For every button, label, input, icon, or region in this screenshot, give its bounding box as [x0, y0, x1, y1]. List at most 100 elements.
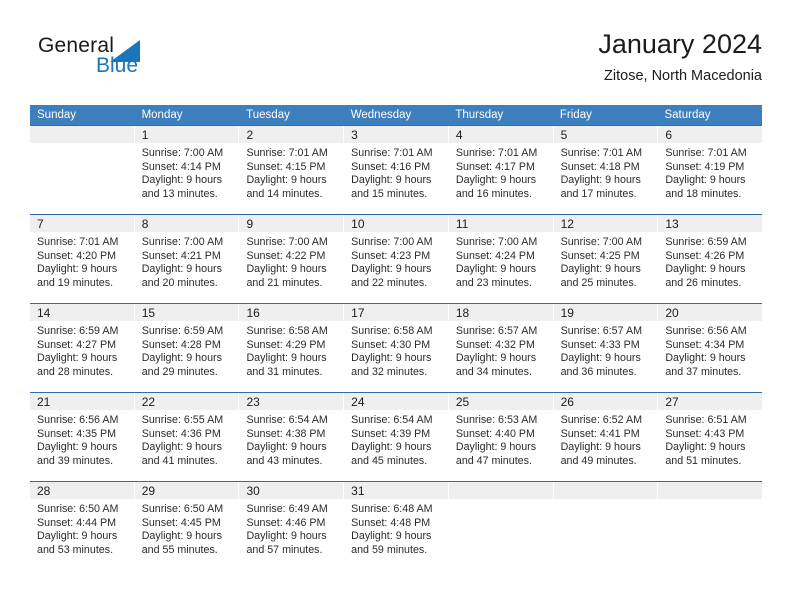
day-cell[interactable]: 27 Sunrise: 6:51 AM Sunset: 4:43 PM Dayligh…	[658, 393, 763, 481]
day-cell[interactable]: 21 Sunrise: 6:56 AM Sunset: 4:35 PM Dayligh…	[30, 393, 135, 481]
sunset-text: Sunset: 4:34 PM	[665, 338, 745, 351]
sunrise-text: Sunrise: 7:01 AM	[246, 147, 328, 159]
day-cell[interactable]: 18 Sunrise: 6:57 AM Sunset: 4:32 PM Dayligh…	[448, 304, 554, 392]
calendar-grid: Sunday Monday Tuesday Wednesday Thursday…	[30, 105, 763, 570]
day-cell[interactable]: 29 Sunrise: 6:50 AM Sunset: 4:45 PM Dayligh…	[134, 482, 240, 570]
daylight-text-line1: Daylight: 9 hours	[665, 263, 746, 276]
daylight-text-line1: Daylight: 9 hours	[560, 174, 641, 187]
daylight-text-line1: Daylight: 9 hours	[246, 352, 327, 365]
day-cell[interactable]: 8 Sunrise: 7:00 AM Sunset: 4:21 PM Daylight…	[134, 215, 240, 303]
daylight-text-line1: Daylight: 9 hours	[141, 174, 222, 187]
day-cell[interactable]: 24 Sunrise: 6:54 AM Sunset: 4:39 PM Dayligh…	[344, 393, 449, 481]
day-cell[interactable]: 5 Sunrise: 7:01 AM Sunset: 4:18 PM Daylight…	[553, 126, 659, 214]
sunrise-text: Sunrise: 6:53 AM	[455, 414, 538, 426]
day-cell[interactable]: 25 Sunrise: 6:53 AM Sunset: 4:40 PM Dayligh…	[448, 393, 554, 481]
sunrise-text: Sunrise: 7:01 AM	[560, 147, 642, 159]
day-number: 4	[455, 128, 463, 142]
day-cell[interactable]: 1 Sunrise: 7:00 AM Sunset: 4:14 PM Daylight…	[134, 126, 240, 214]
daylight-text-line2: and 26 minutes.	[665, 276, 742, 289]
day-cell[interactable]: 19 Sunrise: 6:57 AM Sunset: 4:33 PM Dayligh…	[553, 304, 659, 392]
day-cell[interactable]	[658, 482, 763, 570]
week-row: 7 Sunrise: 7:01 AM Sunset: 4:20 PM Daylight…	[30, 214, 763, 303]
daylight-text-line2: and 47 minutes.	[455, 454, 532, 467]
sunset-text: Sunset: 4:14 PM	[141, 160, 221, 173]
day-cell[interactable]: 17 Sunrise: 6:58 AM Sunset: 4:30 PM Dayligh…	[344, 304, 449, 392]
daylight-text-line1: Daylight: 9 hours	[141, 530, 222, 543]
daylight-text-line1: Daylight: 9 hours	[455, 174, 537, 187]
daylight-text-line2: and 55 minutes.	[141, 543, 218, 556]
day-cell[interactable]: 6 Sunrise: 7:01 AM Sunset: 4:19 PM Daylight…	[658, 126, 763, 214]
weekday-header-saturday: Saturday	[664, 109, 711, 121]
day-cell[interactable]: 23 Sunrise: 6:54 AM Sunset: 4:38 PM Dayligh…	[239, 393, 345, 481]
day-number: 28	[37, 484, 51, 498]
daylight-text-line2: and 51 minutes.	[665, 454, 742, 467]
day-number: 19	[560, 306, 574, 320]
day-cell[interactable]: 14 Sunrise: 6:59 AM Sunset: 4:27 PM Dayligh…	[30, 304, 135, 392]
day-cell[interactable]: 28 Sunrise: 6:50 AM Sunset: 4:44 PM Dayligh…	[30, 482, 135, 570]
day-number: 3	[351, 128, 358, 142]
day-number: 12	[560, 217, 574, 231]
sunset-text: Sunset: 4:26 PM	[665, 249, 745, 262]
day-cell[interactable]: 9 Sunrise: 7:00 AM Sunset: 4:22 PM Daylight…	[239, 215, 345, 303]
sunset-text: Sunset: 4:35 PM	[37, 427, 117, 440]
day-cell[interactable]: 4 Sunrise: 7:01 AM Sunset: 4:17 PM Daylight…	[448, 126, 554, 214]
day-number: 9	[246, 217, 254, 231]
day-cell[interactable]: 12 Sunrise: 7:00 AM Sunset: 4:25 PM Dayligh…	[553, 215, 659, 303]
daylight-text-line2: and 49 minutes.	[560, 454, 637, 467]
day-number: 18	[455, 306, 470, 320]
day-cell[interactable]: 31 Sunrise: 6:48 AM Sunset: 4:48 PM Dayligh…	[344, 482, 449, 570]
day-cell[interactable]: 13 Sunrise: 6:59 AM Sunset: 4:26 PM Dayligh…	[658, 215, 763, 303]
sunset-text: Sunset: 4:41 PM	[560, 427, 640, 440]
day-number: 15	[141, 306, 156, 320]
sunset-text: Sunset: 4:22 PM	[246, 249, 326, 262]
daylight-text-line2: and 13 minutes.	[141, 187, 218, 200]
sunset-text: Sunset: 4:28 PM	[141, 338, 221, 351]
day-cell[interactable]: 26 Sunrise: 6:52 AM Sunset: 4:41 PM Dayligh…	[553, 393, 659, 481]
week-row: 21 Sunrise: 6:56 AM Sunset: 4:35 PM Dayligh…	[30, 392, 763, 481]
day-cell[interactable]: 3 Sunrise: 7:01 AM Sunset: 4:16 PM Daylight…	[344, 126, 449, 214]
day-number: 7	[37, 217, 44, 231]
day-cell[interactable]: 10 Sunrise: 7:00 AM Sunset: 4:23 PM Dayligh…	[344, 215, 449, 303]
daylight-text-line1: Daylight: 9 hours	[37, 263, 118, 276]
day-cell[interactable]: 20 Sunrise: 6:56 AM Sunset: 4:34 PM Dayligh…	[658, 304, 763, 392]
sunrise-text: Sunrise: 7:01 AM	[351, 147, 433, 159]
daylight-text-line2: and 39 minutes.	[37, 454, 114, 467]
day-cell[interactable]	[553, 482, 659, 570]
daylight-text-line2: and 41 minutes.	[141, 454, 218, 467]
daylight-text-line2: and 34 minutes.	[455, 365, 532, 378]
sunset-text: Sunset: 4:36 PM	[141, 427, 221, 440]
day-cell[interactable]: 15 Sunrise: 6:59 AM Sunset: 4:28 PM Dayligh…	[134, 304, 240, 392]
sunrise-text: Sunrise: 6:54 AM	[246, 414, 328, 426]
daylight-text-line1: Daylight: 9 hours	[246, 174, 327, 187]
sunset-text: Sunset: 4:38 PM	[246, 427, 326, 440]
day-cell[interactable]: 2 Sunrise: 7:01 AM Sunset: 4:15 PM Daylight…	[239, 126, 345, 214]
day-cell[interactable]: 11 Sunrise: 7:00 AM Sunset: 4:24 PM Dayligh…	[448, 215, 554, 303]
day-number: 22	[141, 395, 156, 409]
sunrise-text: Sunrise: 6:57 AM	[560, 325, 642, 337]
day-cell[interactable]: 16 Sunrise: 6:58 AM Sunset: 4:29 PM Dayligh…	[239, 304, 345, 392]
sunset-text: Sunset: 4:45 PM	[141, 516, 221, 529]
day-cell[interactable]: 7 Sunrise: 7:01 AM Sunset: 4:20 PM Daylight…	[30, 215, 135, 303]
brand-logo[interactable]: General Blue	[38, 34, 178, 84]
sunrise-text: Sunrise: 7:01 AM	[455, 147, 538, 159]
sunset-text: Sunset: 4:39 PM	[351, 427, 431, 440]
day-number: 20	[665, 306, 679, 320]
sunset-text: Sunset: 4:16 PM	[351, 160, 431, 173]
sunset-text: Sunset: 4:48 PM	[351, 516, 431, 529]
day-number: 16	[246, 306, 260, 320]
sunset-text: Sunset: 4:20 PM	[37, 249, 117, 262]
daylight-text-line1: Daylight: 9 hours	[246, 263, 327, 276]
sunset-text: Sunset: 4:46 PM	[246, 516, 326, 529]
sunrise-text: Sunrise: 7:00 AM	[351, 236, 433, 248]
sunrise-text: Sunrise: 6:54 AM	[351, 414, 433, 426]
day-cell[interactable]	[30, 126, 135, 214]
daylight-text-line2: and 21 minutes.	[246, 276, 323, 289]
day-cell[interactable]: 30 Sunrise: 6:49 AM Sunset: 4:46 PM Dayligh…	[239, 482, 345, 570]
daylight-text-line1: Daylight: 9 hours	[560, 441, 641, 454]
daylight-text-line1: Daylight: 9 hours	[665, 352, 746, 365]
day-cell[interactable]: 22 Sunrise: 6:55 AM Sunset: 4:36 PM Dayligh…	[134, 393, 240, 481]
day-cell[interactable]	[448, 482, 554, 570]
weekday-header-sunday: Sunday	[37, 109, 77, 121]
daylight-text-line2: and 14 minutes.	[246, 187, 323, 200]
day-number: 13	[665, 217, 679, 231]
